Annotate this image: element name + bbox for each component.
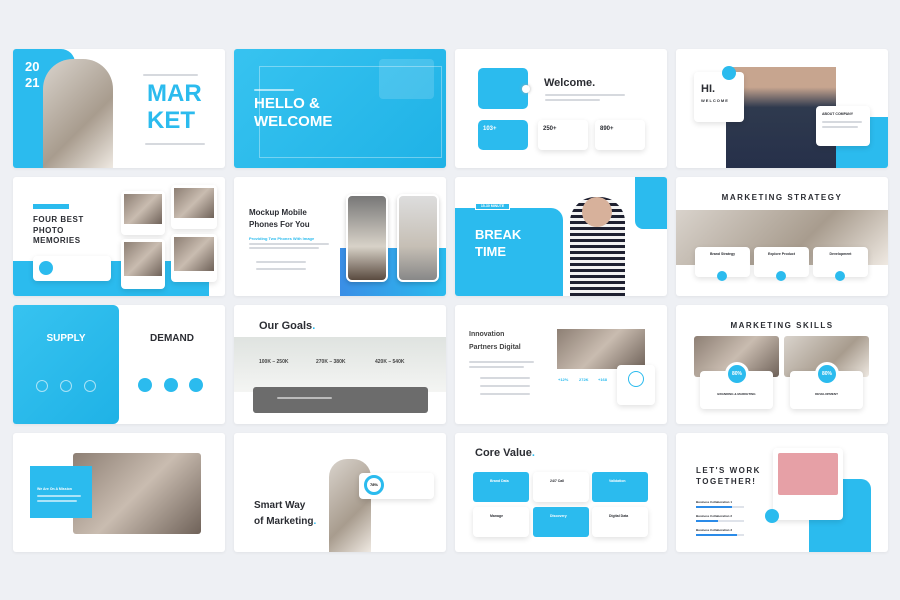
progress-fill [696, 506, 732, 508]
title-ket: KET [147, 107, 195, 134]
tag [33, 204, 69, 209]
progress-ring: 80% [725, 362, 749, 386]
slide-supply-demand[interactable]: SUPPLY DEMAND [13, 305, 225, 424]
title-hello: HELLO & [254, 95, 320, 112]
slide-marketing-skills[interactable]: MARKETING SKILLS BRANDING & MARKETING DE… [676, 305, 888, 424]
slide-marketing-strategy[interactable]: MARKETING STRATEGY Brand Strategy Explor… [676, 177, 888, 296]
mission-card: We Are On A Mission [30, 466, 92, 518]
slide-core-value[interactable]: Core Value. Brand Data 24/7 Call Validat… [455, 433, 667, 552]
bar-label: Business Collaboration 3 [696, 528, 733, 532]
info-banner [253, 387, 428, 413]
slide-break-time[interactable]: 15-30 MINUTE BREAK TIME [455, 177, 667, 296]
bar-label: Business Collaboration 1 [696, 500, 733, 504]
woman-photo [43, 59, 113, 168]
bar-label: Business Collaboration 2 [696, 514, 733, 518]
duration-badge: 15-30 MINUTE [475, 203, 510, 210]
desk-photo [557, 329, 645, 369]
briefcase-icon [765, 509, 779, 523]
slide-mockup-phones[interactable]: Mockup Mobile Phones For You Providing T… [234, 177, 446, 296]
title: Mockup Mobile [249, 208, 307, 217]
progress-track [696, 534, 744, 536]
title-welcome: WELCOME [254, 113, 333, 130]
laptop-image [379, 59, 434, 99]
slide-hi-welcome[interactable]: HI. WELCOME ABOUT COMPANY [676, 49, 888, 168]
slide-market[interactable]: 20 21 MAR KET [13, 49, 225, 168]
year-top: 20 [25, 59, 40, 74]
percent-ring: 78% [364, 475, 384, 495]
progress-track [696, 520, 744, 522]
progress-fill [696, 520, 718, 522]
heading: FOUR BEST PHOTO MEMORIES [33, 215, 84, 245]
progress-track [696, 506, 744, 508]
stat-card: 250+ [538, 120, 588, 150]
about-card: ABOUT COMPANY [816, 106, 870, 146]
slide-innovation-partners[interactable]: Innovation Partners Digital +12% 272K +1… [455, 305, 667, 424]
slide-photo-memories[interactable]: FOUR BEST PHOTO MEMORIES [13, 177, 225, 296]
hi-card: HI. WELCOME [694, 72, 744, 122]
welcome-title: Welcome. [544, 77, 596, 89]
meeting-photo [73, 453, 201, 534]
year-bottom: 21 [25, 75, 40, 90]
slide-hello-welcome[interactable]: HELLO & WELCOME [234, 49, 446, 168]
stat-card: 890+ [595, 120, 645, 150]
progress-ring: 80% [815, 362, 839, 386]
phone-mockup [397, 194, 439, 282]
slide-mission[interactable]: We Are On A Mission [13, 433, 225, 552]
slide-work-together[interactable]: LET'S WORK TOGETHER! Business Collaborat… [676, 433, 888, 552]
slide-welcome-stats[interactable]: Welcome. 103+ 250+ 890+ [455, 49, 667, 168]
brain-icon [722, 66, 736, 80]
progress-fill [696, 534, 737, 536]
intro-card [478, 68, 528, 109]
stat-card: 103+ [478, 120, 528, 150]
slide-smart-marketing[interactable]: Smart Way of Marketing. 78% [234, 433, 446, 552]
slide-our-goals[interactable]: Our Goals. 100K – 250K 270K – 380K 420K … [234, 305, 446, 424]
phone-mockup [346, 194, 388, 282]
title-mar: MAR [147, 80, 202, 107]
woman-photo [778, 453, 838, 495]
